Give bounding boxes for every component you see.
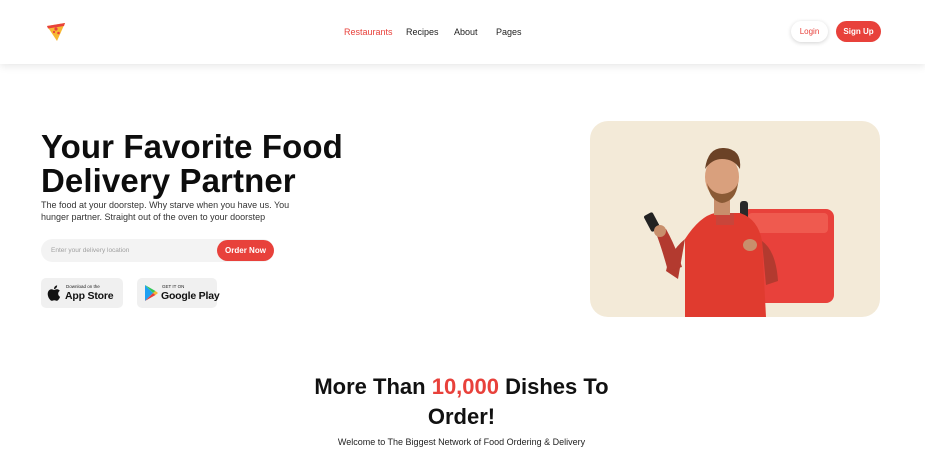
delivery-courier-image <box>644 147 834 317</box>
hero-title-line1: Your Favorite Food <box>41 128 343 165</box>
hero-title-line2: Delivery Partner <box>41 162 296 199</box>
google-play-button[interactable]: GET IT ON Google Play <box>137 278 220 308</box>
hero-image-card <box>590 121 880 317</box>
dishes-count-highlight: 10,000 <box>431 374 499 399</box>
pizza-logo-icon[interactable] <box>44 20 68 44</box>
signup-button[interactable]: Sign Up <box>836 21 881 42</box>
nav-item-about[interactable]: About <box>454 27 494 37</box>
dishes-section-subtitle: Welcome to The Biggest Network of Food O… <box>337 437 586 447</box>
google-play-small-text: GET IT ON <box>162 284 185 289</box>
site-header: Restaurants Recipes About Pages Login Si… <box>0 0 925 64</box>
nav-item-recipes[interactable]: Recipes <box>406 27 446 37</box>
app-store-small-text: Download on the <box>66 284 100 289</box>
delivery-search-bar: Order Now <box>41 239 274 262</box>
hero-subtitle: The food at your doorstep. Why starve wh… <box>41 200 290 222</box>
app-store-button[interactable]: Download on the App Store <box>41 278 123 308</box>
google-play-icon <box>145 285 158 301</box>
google-play-label: Google Play <box>161 290 220 302</box>
nav-item-pages[interactable]: Pages <box>496 27 536 37</box>
login-button[interactable]: Login <box>791 21 828 42</box>
app-store-label: App Store <box>65 290 114 302</box>
hero-title: Your Favorite Food Delivery Partner <box>41 130 371 198</box>
delivery-location-input[interactable] <box>51 243 211 258</box>
dishes-section-title: More Than 10,000 Dishes To Order! <box>300 372 623 432</box>
dishes-title-pre: More Than <box>314 374 432 399</box>
apple-icon <box>47 285 61 301</box>
nav-item-restaurants[interactable]: Restaurants <box>344 27 404 37</box>
order-now-button[interactable]: Order Now <box>217 240 274 261</box>
